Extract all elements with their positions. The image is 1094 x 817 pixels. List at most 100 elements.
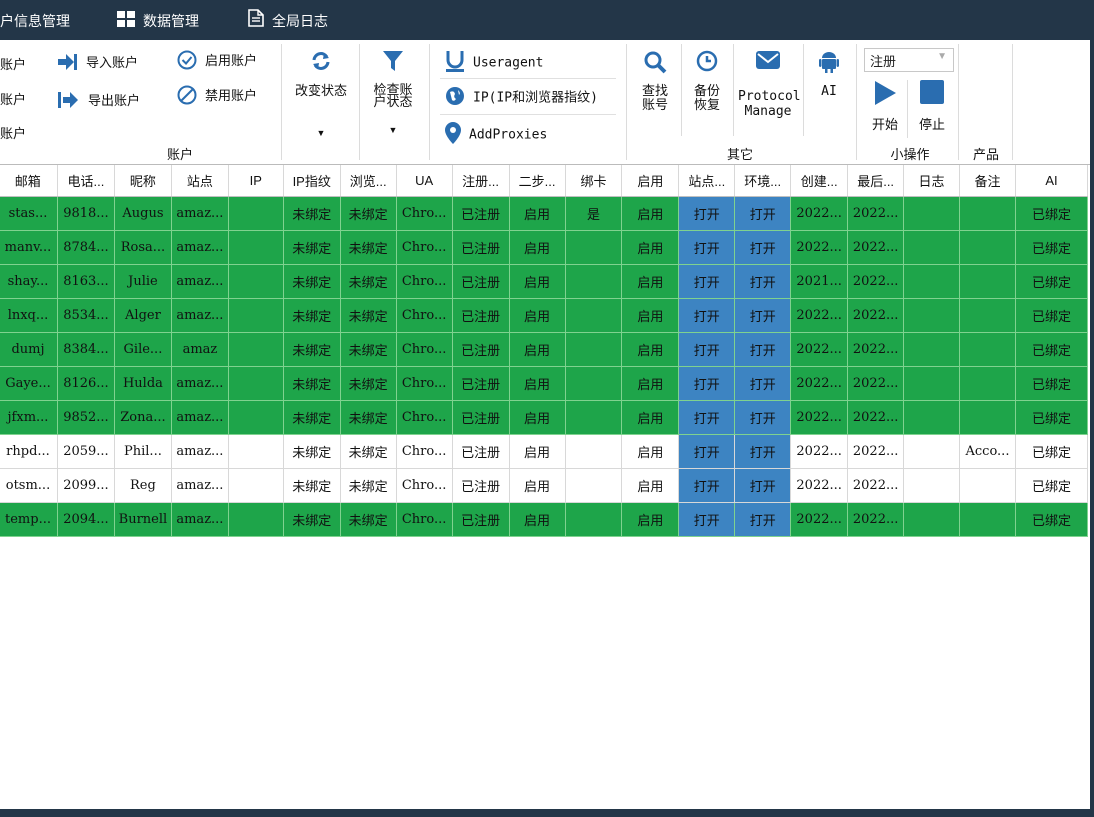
open-button[interactable]: 打开 [678,366,736,401]
mode-select[interactable]: 注册 ▼ [864,48,954,72]
protocol-manage-button[interactable]: Protocol Manage [736,50,801,119]
table-cell: 启用 [621,502,680,537]
column-header[interactable]: 创建... [790,165,849,197]
column-header[interactable]: IP [228,165,284,197]
open-button[interactable]: 打开 [734,400,792,435]
ip-fingerprint-button[interactable]: IP(IP和浏览器指纹) [445,86,598,110]
open-button[interactable]: 打开 [678,298,736,333]
table-cell: 2099... [56,468,115,503]
export-account-button[interactable]: 导出账户 [58,90,140,112]
column-header[interactable]: 邮箱 [0,165,58,197]
table-cell: amaz [170,332,229,367]
account-partial-3[interactable]: 账户 [0,123,26,142]
table-row[interactable]: otsm... 2099... Reg amaz... 未绑定 未绑定 Chro... 已注册… [0,468,1089,503]
table-row[interactable]: manv... 8784... Rosa... amaz... 未绑定 未绑定 Chro..… [0,230,1089,265]
column-header[interactable]: 绑卡 [565,165,623,197]
menu-global-log[interactable]: 全局日志 [248,0,328,40]
table-cell [227,468,284,503]
separator [626,44,627,160]
table-row[interactable]: Gaye... 8126... Hulda amaz... 未绑定 未绑定 Chro... 已… [0,366,1089,401]
menu-account-info[interactable]: 户信息管理 [0,0,70,40]
open-button[interactable]: 打开 [678,502,736,537]
column-header[interactable]: 站点... [678,165,736,197]
table-cell: 已绑定 [1014,366,1089,401]
open-button[interactable]: 打开 [734,468,792,503]
open-button[interactable]: 打开 [734,230,792,265]
open-button[interactable]: 打开 [734,196,792,231]
open-button[interactable]: 打开 [678,264,736,299]
table-cell [903,298,960,333]
column-header[interactable]: AI [1015,165,1089,197]
column-header[interactable]: 电话... [57,165,115,197]
open-button[interactable]: 打开 [678,400,736,435]
table-row[interactable]: stas... 9818... Augus amaz... 未绑定 未绑定 Chro... 已… [0,196,1089,231]
table-cell: 2022... [790,434,849,469]
stop-button[interactable]: 停止 [912,80,952,131]
menu-data-management[interactable]: 数据管理 [117,0,199,40]
backup-restore-button[interactable]: 备份恢复 [684,50,730,112]
column-header[interactable]: 二步... [509,165,566,197]
window-border-bottom [0,809,1094,817]
table-cell: 已注册 [451,434,510,469]
column-header[interactable]: UA [396,165,453,197]
open-button[interactable]: 打开 [734,264,792,299]
change-status-button[interactable]: 改变状态 ▼ [288,50,354,140]
table-row[interactable]: lnxq... 8534... Alger amaz... 未绑定 未绑定 Chro... 已… [0,298,1089,333]
table-row[interactable]: temp... 2094... Burnell amaz... 未绑定 未绑定 Chro..… [0,502,1089,537]
table-cell: Reg [113,468,172,503]
add-proxies-button[interactable]: AddProxies [445,122,547,148]
table-cell: 8534... [56,298,115,333]
open-button[interactable]: 打开 [678,434,736,469]
table-row[interactable]: jfxm... 9852... Zona... amaz... 未绑定 未绑定 Chro..… [0,400,1089,435]
column-header[interactable]: 浏览... [340,165,397,197]
table-row[interactable]: shay... 8163... Julie amaz... 未绑定 未绑定 Chro... 已… [0,264,1089,299]
column-header[interactable]: 最后... [847,165,905,197]
stop-icon [912,80,952,106]
open-button[interactable]: 打开 [734,434,792,469]
table-cell: 未绑定 [282,196,341,231]
table-cell: Chro... [395,230,453,265]
enable-account-button[interactable]: 启用账户 [177,50,257,73]
table-cell: 启用 [508,264,566,299]
table-cell: 已绑定 [1014,434,1089,469]
column-header[interactable]: 日志 [903,165,960,197]
open-button[interactable]: 打开 [678,230,736,265]
account-partial-2[interactable]: 账户 [0,89,26,108]
column-header[interactable]: 备注 [959,165,1016,197]
table-cell: 已注册 [451,264,510,299]
table-cell: 启用 [621,264,680,299]
find-account-label: 查找账号 [641,83,668,112]
open-button[interactable]: 打开 [734,332,792,367]
import-account-button[interactable]: 导入账户 [58,52,138,74]
open-button[interactable]: 打开 [678,196,736,231]
open-button[interactable]: 打开 [678,332,736,367]
dropdown-arrow-icon: ▼ [316,128,326,138]
find-account-button[interactable]: 查找账号 [632,50,678,112]
column-header[interactable]: 环境... [734,165,792,197]
table-cell: 已注册 [451,196,510,231]
column-header[interactable]: 注册... [452,165,510,197]
column-header[interactable]: 站点 [171,165,229,197]
disable-account-button[interactable]: 禁用账户 [177,85,257,108]
table-cell: 启用 [508,332,566,367]
table-cell: 2022... [847,502,905,537]
table-cell: 未绑定 [282,332,341,367]
open-button[interactable]: 打开 [678,468,736,503]
open-button[interactable]: 打开 [734,298,792,333]
table-row[interactable]: rhpd... 2059... Phil... amaz... 未绑定 未绑定 Chro..… [0,434,1089,469]
useragent-button[interactable]: Useragent [445,50,543,76]
column-header[interactable]: 启用 [621,165,680,197]
open-button[interactable]: 打开 [734,502,792,537]
menu-data-management-label: 数据管理 [143,13,199,29]
table-cell: Phil... [113,434,172,469]
column-header[interactable]: 昵称 [114,165,172,197]
check-status-button[interactable]: 检查账户状态 ▼ [365,50,421,137]
start-button[interactable]: 开始 [866,80,904,131]
column-header[interactable]: IP指纹 [283,165,341,197]
ai-button[interactable]: AI [807,50,851,98]
table-cell [903,230,960,265]
open-button[interactable]: 打开 [734,366,792,401]
table-row[interactable]: dumj 8384... Gile... amaz 未绑定 未绑定 Chro... 已注册 启用… [0,332,1089,367]
separator [440,114,616,115]
account-partial-1[interactable]: 账户 [0,54,26,73]
